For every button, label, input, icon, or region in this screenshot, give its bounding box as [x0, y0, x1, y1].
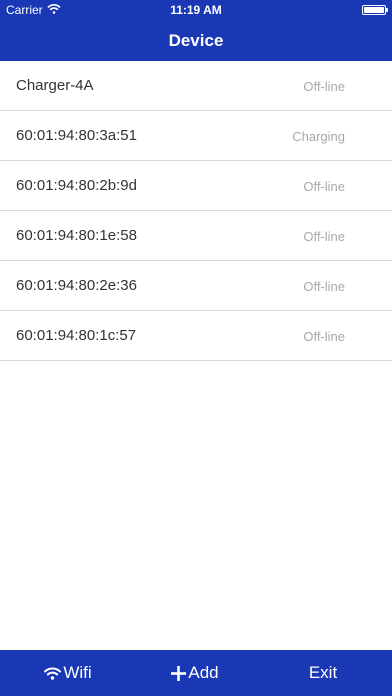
bottom-toolbar: Wifi Add Exit: [0, 650, 392, 696]
device-status: Off-line: [303, 79, 345, 94]
device-list: Charger-4A Off-line 60:01:94:80:3a:51 Ch…: [0, 61, 392, 361]
plus-icon: [171, 665, 187, 681]
device-row[interactable]: Charger-4A Off-line: [0, 61, 392, 111]
add-button-label: Add: [188, 663, 219, 682]
device-row[interactable]: 60:01:94:80:1c:57 Off-line: [0, 311, 392, 361]
page-title: Device: [168, 31, 224, 50]
wifi-icon: [44, 667, 62, 680]
device-row[interactable]: 60:01:94:80:3a:51 Charging: [0, 111, 392, 161]
device-name: 60:01:94:80:2b:9d: [16, 177, 137, 194]
status-bar: Carrier 11:19 AM: [0, 0, 392, 20]
exit-button[interactable]: Exit: [260, 650, 386, 696]
device-status: Off-line: [303, 229, 345, 244]
device-row[interactable]: 60:01:94:80:1e:58 Off-line: [0, 211, 392, 261]
device-status: Charging: [292, 129, 345, 144]
device-name: 60:01:94:80:1c:57: [16, 327, 137, 344]
device-name: 60:01:94:80:2e:36: [16, 277, 137, 294]
device-name: Charger-4A: [16, 77, 94, 94]
wifi-button[interactable]: Wifi: [0, 650, 136, 696]
device-row[interactable]: 60:01:94:80:2b:9d Off-line: [0, 161, 392, 211]
battery-icon: [362, 5, 388, 15]
top-bar: Carrier 11:19 AM Device: [0, 0, 392, 61]
device-status: Off-line: [303, 329, 345, 344]
device-status: Off-line: [303, 279, 345, 294]
device-status: Off-line: [303, 179, 345, 194]
battery-level: [364, 7, 384, 13]
exit-button-label: Exit: [308, 663, 338, 682]
wifi-button-label: Wifi: [63, 663, 92, 682]
device-name: 60:01:94:80:1e:58: [16, 227, 137, 244]
device-name: 60:01:94:80:3a:51: [16, 127, 137, 144]
status-time: 11:19 AM: [170, 3, 222, 17]
device-row[interactable]: 60:01:94:80:2e:36 Off-line: [0, 261, 392, 311]
device-screen: Carrier 11:19 AM Device Charger-4A Off-l…: [0, 0, 392, 696]
add-button[interactable]: Add: [130, 650, 260, 696]
